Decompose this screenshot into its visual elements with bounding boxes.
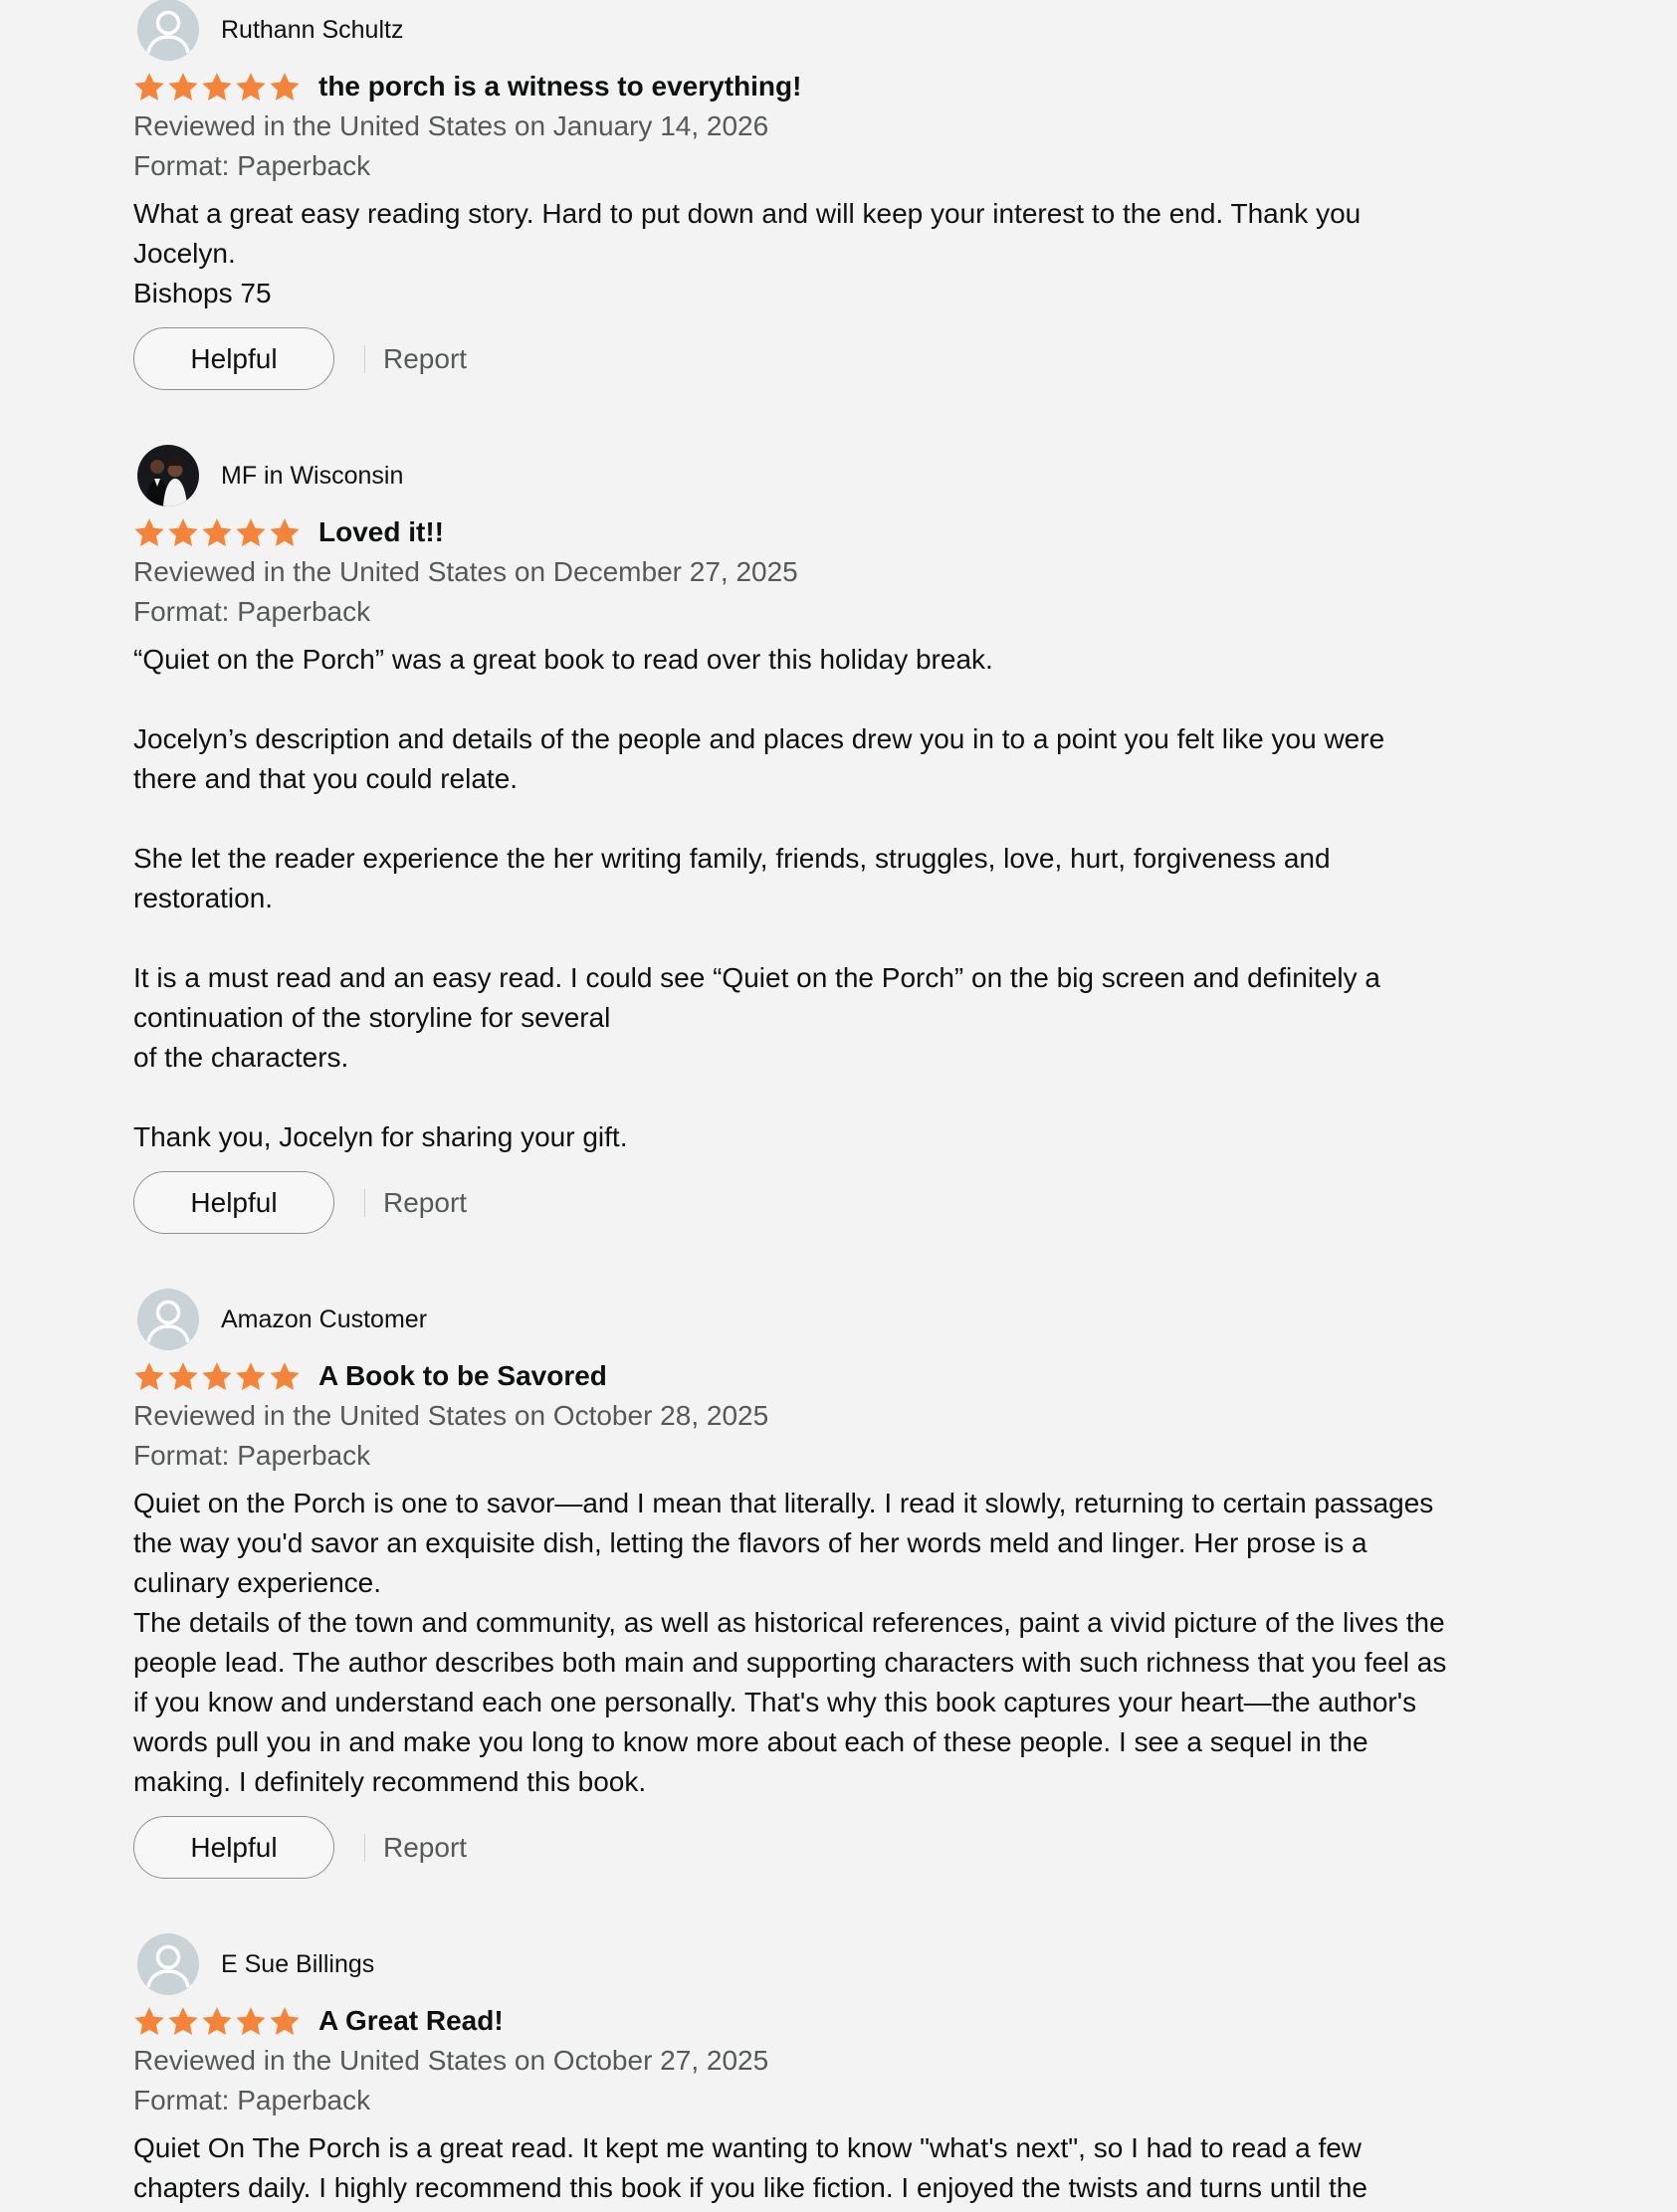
profile-photo bbox=[137, 445, 199, 506]
review-title[interactable]: Loved it!! bbox=[318, 516, 444, 548]
review-format: Format: Paperback bbox=[133, 596, 371, 627]
helpful-button[interactable]: Helpful bbox=[133, 1816, 334, 1879]
review-date: Reviewed in the United States on Decembe… bbox=[133, 556, 798, 587]
review-card: Ruthann Schultz the porch is a witness t… bbox=[133, 0, 1361, 390]
star-icon bbox=[235, 1361, 267, 1392]
review-title[interactable]: A Book to be Savored bbox=[318, 1360, 607, 1392]
star-icon bbox=[167, 2006, 199, 2037]
review-card: MF in Wisconsin Loved it!! Reviewed in t… bbox=[133, 445, 1384, 1234]
star-rating bbox=[133, 2006, 301, 2037]
star-rating bbox=[133, 517, 301, 548]
star-icon bbox=[201, 72, 233, 102]
star-icon bbox=[235, 2006, 267, 2037]
star-icon bbox=[167, 517, 199, 548]
divider bbox=[364, 1188, 365, 1217]
star-rating bbox=[133, 72, 301, 102]
star-icon bbox=[201, 1361, 233, 1392]
star-icon bbox=[133, 1361, 165, 1392]
reviewer-profile[interactable]: E Sue Billings bbox=[133, 1933, 1367, 1995]
reviewer-profile[interactable]: Ruthann Schultz bbox=[133, 0, 1361, 61]
reviewer-name[interactable]: MF in Wisconsin bbox=[221, 462, 403, 491]
star-icon bbox=[133, 2006, 165, 2037]
default-profile-icon bbox=[137, 1289, 199, 1350]
star-icon bbox=[269, 2006, 301, 2037]
review-card: E Sue Billings A Great Read! Reviewed in… bbox=[133, 1933, 1367, 2208]
helpful-button[interactable]: Helpful bbox=[133, 327, 334, 390]
star-icon bbox=[235, 72, 267, 102]
default-profile-icon bbox=[137, 0, 199, 61]
helpful-button[interactable]: Helpful bbox=[133, 1171, 334, 1234]
review-date: Reviewed in the United States on January… bbox=[133, 110, 769, 141]
star-icon bbox=[133, 517, 165, 548]
report-link[interactable]: Report bbox=[383, 1832, 467, 1864]
review-body: What a great easy reading story. Hard to… bbox=[133, 198, 1362, 308]
divider bbox=[364, 1833, 365, 1862]
review-body: Quiet on the Porch is one to savor—and I… bbox=[133, 1488, 1447, 1797]
review-title[interactable]: A Great Read! bbox=[318, 2005, 504, 2037]
star-rating bbox=[133, 1361, 301, 1392]
divider bbox=[364, 344, 365, 373]
review-format: Format: Paperback bbox=[133, 150, 371, 181]
star-icon bbox=[269, 72, 301, 102]
star-icon bbox=[235, 517, 267, 548]
review-body: “Quiet on the Porch” was a great book to… bbox=[133, 644, 1385, 1152]
star-icon bbox=[133, 72, 165, 102]
star-icon bbox=[167, 72, 199, 102]
review-body: Quiet On The Porch is a great read. It k… bbox=[133, 2132, 1367, 2203]
reviewer-name[interactable]: Ruthann Schultz bbox=[221, 16, 403, 45]
review-card: Amazon Customer A Book to be Savored Rev… bbox=[133, 1289, 1446, 1879]
report-link[interactable]: Report bbox=[383, 343, 467, 375]
review-format: Format: Paperback bbox=[133, 1440, 371, 1471]
review-date: Reviewed in the United States on October… bbox=[133, 2045, 769, 2076]
review-title[interactable]: the porch is a witness to everything! bbox=[318, 71, 801, 102]
reviewer-name[interactable]: Amazon Customer bbox=[221, 1306, 427, 1334]
report-link[interactable]: Report bbox=[383, 1187, 467, 1219]
star-icon bbox=[269, 1361, 301, 1392]
star-icon bbox=[269, 517, 301, 548]
reviewer-profile[interactable]: Amazon Customer bbox=[133, 1289, 1446, 1350]
reviewer-name[interactable]: E Sue Billings bbox=[221, 1950, 374, 1979]
default-profile-icon bbox=[137, 1933, 199, 1995]
review-date: Reviewed in the United States on October… bbox=[133, 1400, 769, 1431]
star-icon bbox=[167, 1361, 199, 1392]
star-icon bbox=[201, 2006, 233, 2037]
review-format: Format: Paperback bbox=[133, 2085, 371, 2115]
star-icon bbox=[201, 517, 233, 548]
reviewer-profile[interactable]: MF in Wisconsin bbox=[133, 445, 1384, 506]
